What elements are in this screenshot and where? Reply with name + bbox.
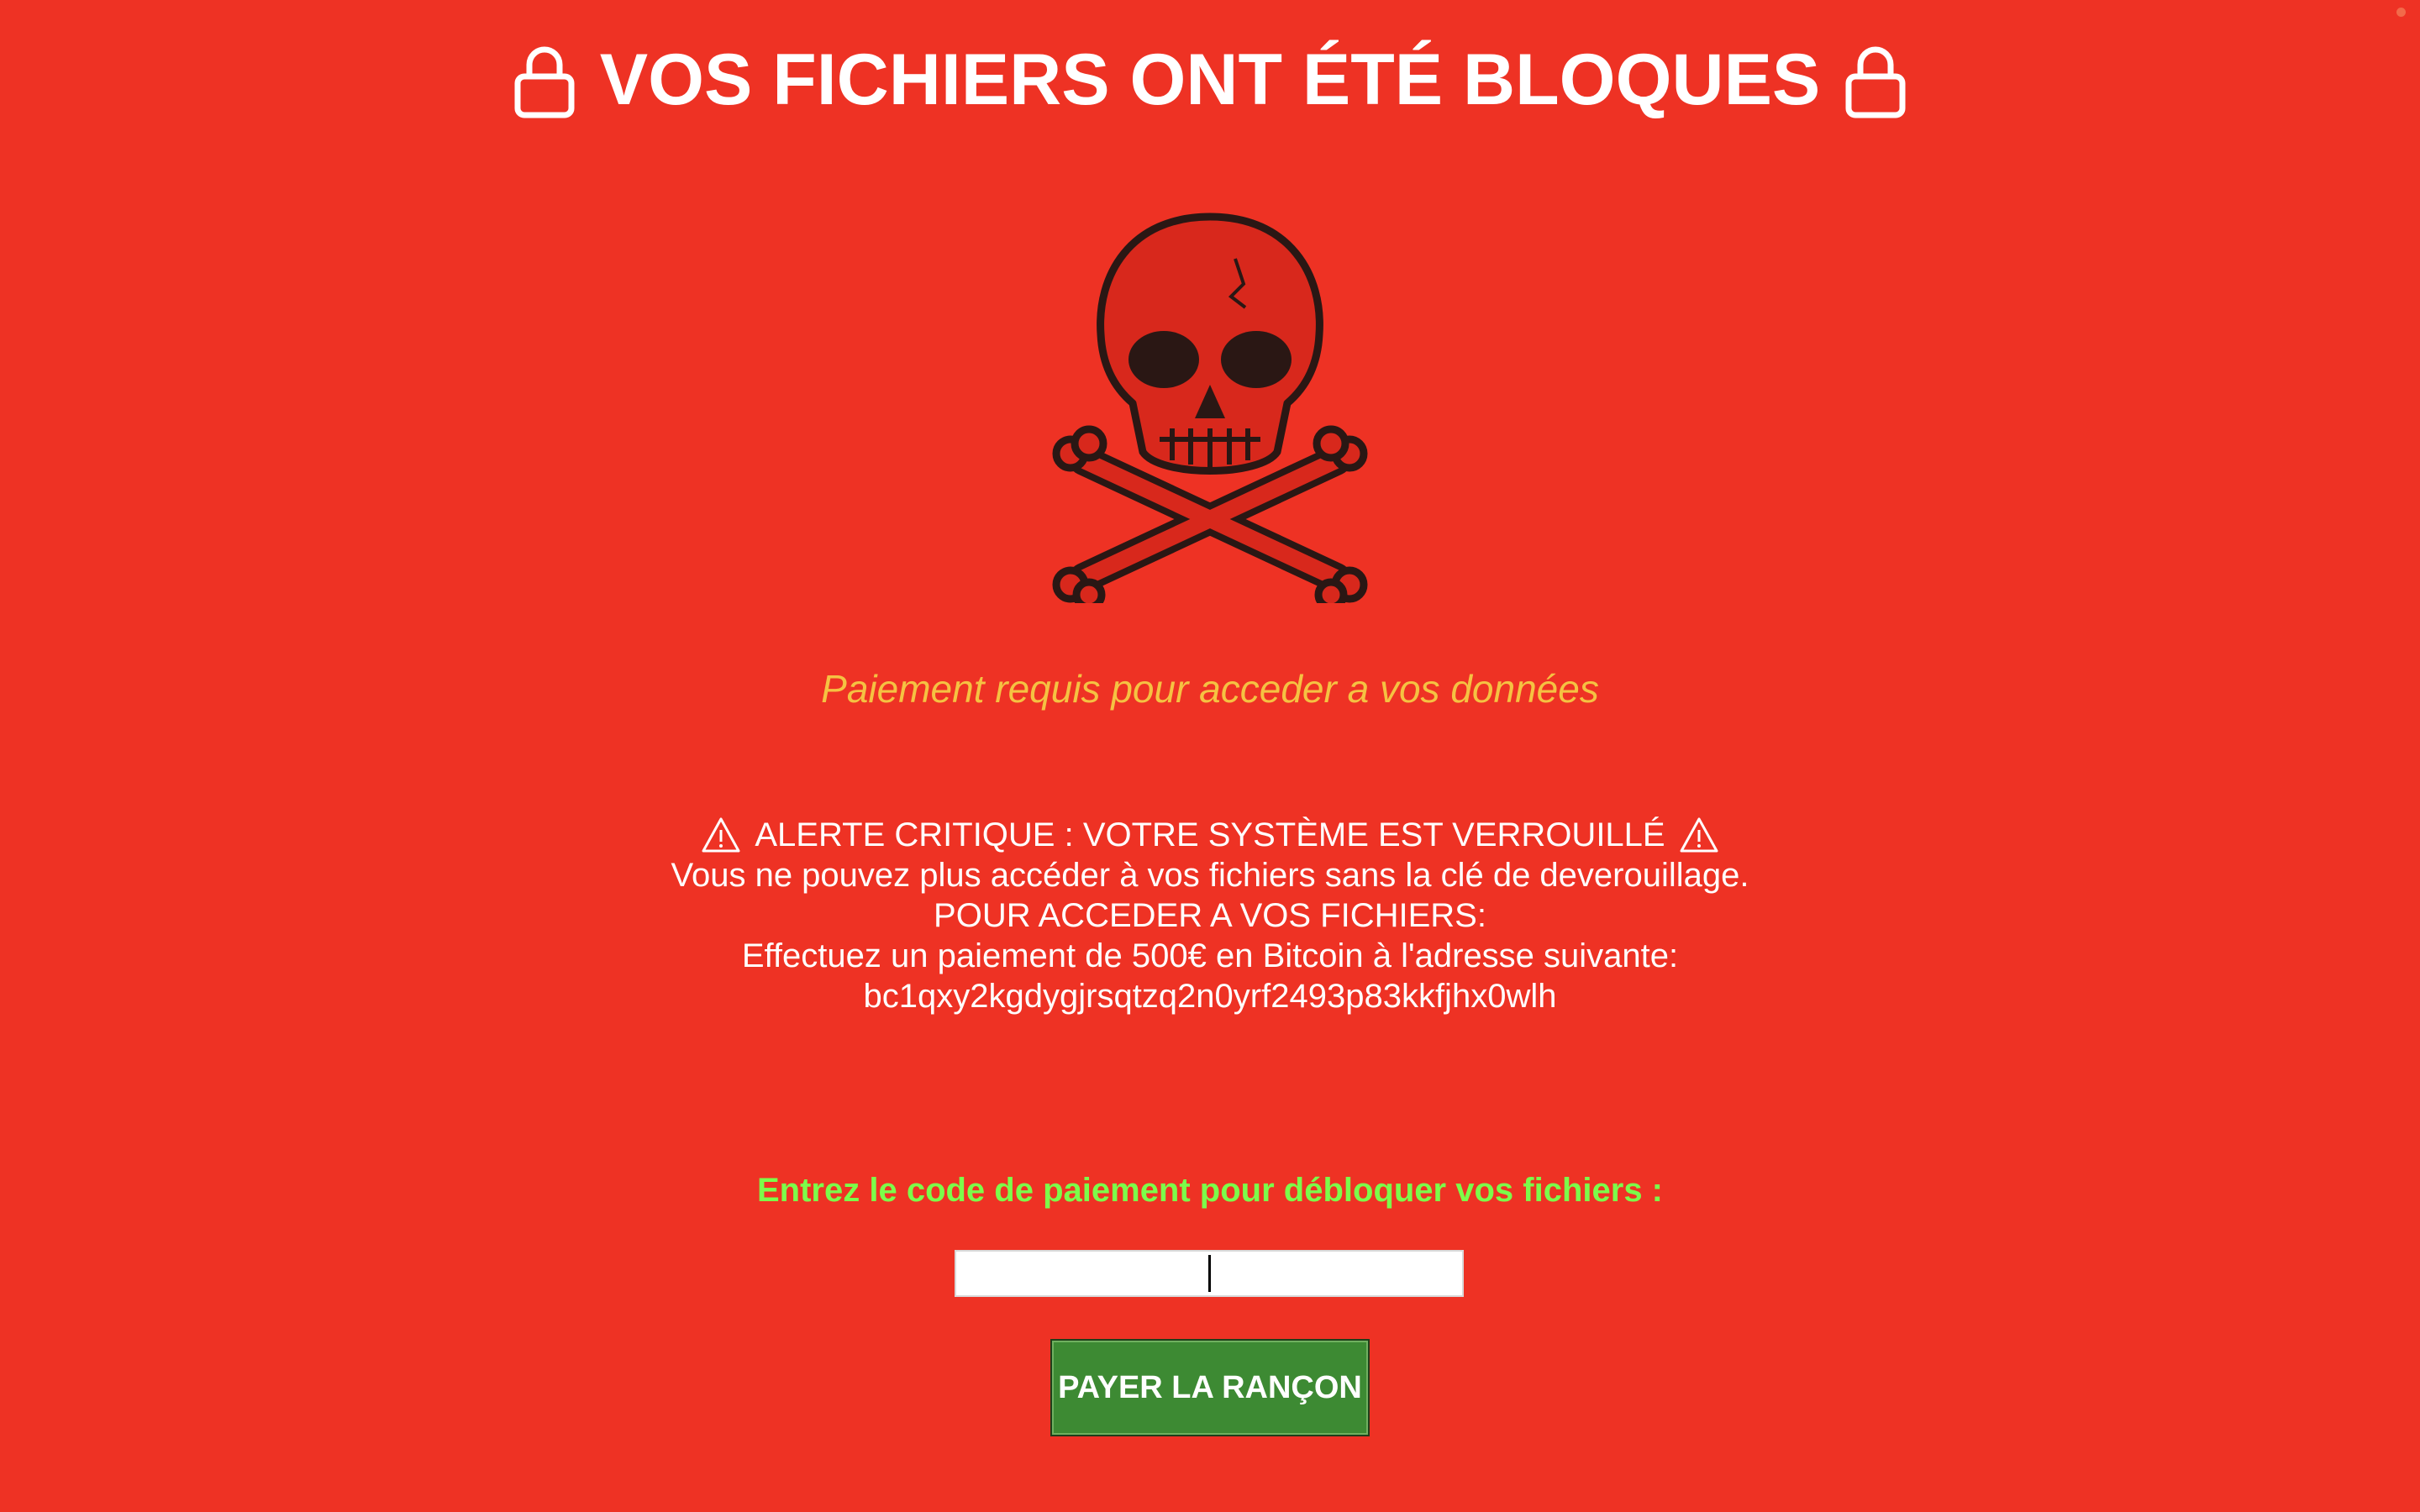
pay-ransom-button[interactable]: PAYER LA RANÇON [1050,1339,1370,1436]
window-status-dot [2396,8,2406,17]
warning-icon [1680,817,1718,853]
text-caret [1208,1255,1211,1292]
alert-message: ALERTE CRITIQUE : VOTRE SYSTÈME EST VERR… [0,815,2420,1016]
skull-crossbones-icon [1052,213,1368,603]
title-text: VOS FICHIERS ONT ÉTÉ BLOQUES [599,39,1821,120]
bitcoin-address: bc1qxy2kgdygjrsqtzq2n0yrf2493p83kkfjhx0w… [863,978,1557,1015]
alert-headline: ALERTE CRITIQUE : VOTRE SYSTÈME EST VERR… [755,816,1665,853]
payment-required-subtitle: Paiement requis pour acceder a vos donné… [821,667,1599,711]
alert-line-payment-instruction: Effectuez un paiement de 500€ en Bitcoin… [741,937,1679,974]
alert-line-no-access: Vous ne pouvez plus accéder à vos fichie… [671,857,1749,894]
lock-icon [514,46,575,118]
alert-headline-row: ALERTE CRITIQUE : VOTRE SYSTÈME EST VERR… [0,815,2420,855]
payment-code-prompt: Entrez le code de paiement pour débloque… [756,1172,1663,1209]
warning-icon [702,817,740,853]
page-title: VOS FICHIERS ONT ÉTÉ BLOQUES [0,35,2420,124]
alert-line-access-heading: POUR ACCEDER A VOS FICHIERS: [934,897,1486,934]
lock-icon [1845,46,1906,118]
